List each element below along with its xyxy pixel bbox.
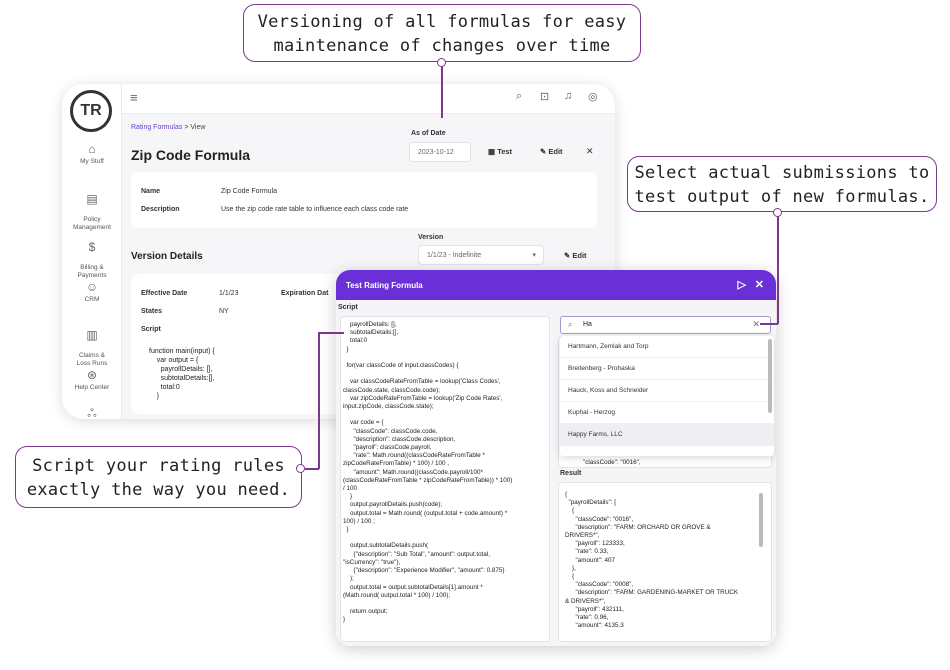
search-icon: ⌕: [568, 320, 573, 329]
sidebar: TR ⌂ My Stuff ▤ Policy Management $ Bill…: [62, 84, 122, 419]
version-select-value: 1/1/23 - Indefinite: [427, 252, 482, 259]
callout-submissions-line: [777, 216, 779, 324]
modal-title: Test Rating Formula: [346, 281, 423, 290]
submission-option[interactable]: Breitenberg - Prohaska: [560, 358, 774, 380]
description-value: Use the zip code rate table to influence…: [221, 206, 409, 213]
clear-icon[interactable]: ✕: [752, 319, 760, 330]
version-edit-label: Edit: [572, 251, 587, 260]
name-label: Name: [141, 188, 161, 195]
close-icon[interactable]: ✕: [586, 146, 594, 157]
contacts-icon: ☺: [85, 280, 99, 294]
breadcrumb-current: View: [190, 124, 206, 131]
document-icon: ▤: [86, 192, 98, 206]
breadcrumb-separator: >: [184, 124, 189, 131]
search-icon[interactable]: ⌕: [516, 90, 522, 103]
callout-script-top: [318, 332, 344, 334]
sidebar-item-help-center[interactable]: ⊛ Help Center: [62, 368, 122, 392]
script-section-label: Script: [338, 304, 358, 311]
close-icon[interactable]: ✕: [755, 278, 764, 291]
pencil-icon: ✎: [540, 147, 547, 156]
breadcrumb-link[interactable]: Rating Formulas: [131, 124, 182, 131]
result-scrollbar[interactable]: [759, 493, 763, 547]
sidebar-item-my-stuff[interactable]: ⌂ My Stuff: [62, 142, 122, 166]
sidebar-item-label: Claims & Loss Runs: [76, 352, 108, 367]
sidebar-item-label: Billing & Payments: [77, 264, 107, 279]
sidebar-item-more[interactable]: ஃ: [62, 406, 122, 419]
pencil-icon: ✎: [564, 251, 571, 260]
chevron-down-icon: ▾: [532, 252, 536, 259]
callout-script: Script your rating rules exactly the way…: [15, 446, 302, 508]
callout-script-line: [318, 332, 320, 469]
script-preview: function main(input) { var output = { pa…: [149, 348, 215, 400]
callout-submissions-anchor: [773, 208, 782, 217]
edit-button-label: Edit: [548, 147, 563, 156]
description-label: Description: [141, 206, 180, 213]
sidebar-item-policy-management[interactable]: ▤ Policy Management: [62, 184, 122, 232]
states-label: States: [141, 308, 163, 315]
as-of-date-label: As of Date: [411, 130, 446, 137]
user-icon[interactable]: ◎: [588, 90, 598, 103]
expiration-date-label: Expiration Dat: [281, 290, 329, 297]
play-icon[interactable]: ▷: [738, 278, 746, 291]
sidebar-item-label: Help Center: [74, 384, 110, 391]
states-value: NY: [219, 308, 229, 315]
submission-search-value: Ha: [583, 321, 592, 328]
sidebar-item-label: Policy Management: [73, 216, 111, 231]
callout-versioning-line: [441, 66, 443, 118]
sidebar-item-billing[interactable]: $ Billing & Payments: [62, 232, 122, 280]
as-of-date-input[interactable]: 2023-10-12: [409, 142, 471, 162]
test-button[interactable]: ▦ Test: [488, 147, 512, 156]
edit-button[interactable]: ✎ Edit: [540, 147, 563, 156]
script-editor[interactable]: payrollDetails: [], subtotalDetails:[], …: [340, 316, 550, 642]
test-button-label: Test: [497, 147, 513, 156]
script-code: payrollDetails: [], subtotalDetails:[], …: [343, 321, 513, 624]
callout-script-connector: [305, 468, 319, 470]
submission-option[interactable]: Hauck, Koss and Schneider: [560, 380, 774, 402]
modal-header: Test Rating Formula ▷ ✕: [336, 270, 776, 300]
effective-date-value: 1/1/23: [219, 290, 239, 297]
submission-dropdown: Hartmann, Zemlak and Torp Breitenberg - …: [560, 336, 774, 456]
result-panel: { "payrollDetails": [ { "classCode": "00…: [558, 482, 772, 642]
brand-logo[interactable]: TR: [70, 90, 112, 132]
test-rating-formula-modal: Test Rating Formula ▷ ✕ Script payrollDe…: [336, 270, 776, 646]
version-select[interactable]: 1/1/23 - Indefinite ▾: [418, 245, 544, 265]
page-title: Zip Code Formula: [131, 147, 250, 163]
callout-script-anchor: [296, 464, 305, 473]
input-code-peek: "classCode": "0016",: [583, 459, 641, 466]
breadcrumb: Rating Formulas > View: [131, 124, 205, 131]
menu-icon[interactable]: ≡: [130, 90, 138, 105]
result-label: Result: [560, 470, 582, 477]
inbox-icon[interactable]: ⊡: [540, 90, 549, 103]
callout-submissions-connector: [760, 323, 778, 325]
help-icon: ⊛: [86, 368, 98, 382]
sidebar-item-label: My Stuff: [80, 158, 104, 165]
callout-versioning-anchor: [437, 58, 446, 67]
submission-option-selected[interactable]: Happy Farms, LLC: [560, 424, 774, 446]
sidebar-item-crm[interactable]: ☺ CRM: [62, 280, 122, 304]
version-details-title: Version Details: [131, 251, 203, 262]
sidebar-item-label: CRM: [84, 296, 100, 303]
sidebar-item-claims[interactable]: ▥ Claims & Loss Runs: [62, 320, 122, 368]
callout-submissions: Select actual submissions to test output…: [627, 156, 937, 212]
formula-info-card: Name Zip Code Formula Description Use th…: [131, 172, 597, 228]
dropdown-scrollbar[interactable]: [768, 339, 772, 413]
result-code: { "payrollDetails": [ { "classCode": "00…: [565, 491, 739, 630]
submission-option[interactable]: Hartmann, Zemlak and Torp: [560, 336, 774, 358]
bell-icon[interactable]: ♫: [564, 90, 572, 102]
top-bar: ≡ ⌕ ⊡ ♫ ◎: [122, 84, 615, 114]
callout-versioning: Versioning of all formulas for easy main…: [243, 4, 641, 62]
dollar-icon: $: [88, 240, 96, 254]
home-icon: ⌂: [88, 142, 96, 156]
clipboard-icon: ▥: [86, 328, 98, 342]
submission-search-input[interactable]: ⌕ Ha ✕: [560, 316, 771, 334]
modal-body: Script payrollDetails: [], subtotalDetai…: [336, 300, 776, 646]
calculator-icon: ▦: [488, 147, 496, 156]
script-label: Script: [141, 326, 161, 333]
more-icon: ஃ: [87, 406, 97, 419]
submission-option[interactable]: Kuphal - Herzog: [560, 402, 774, 424]
name-value: Zip Code Formula: [221, 188, 278, 195]
effective-date-label: Effective Date: [141, 290, 188, 297]
version-edit-button[interactable]: ✎ Edit: [564, 251, 587, 260]
version-label: Version: [418, 234, 444, 241]
